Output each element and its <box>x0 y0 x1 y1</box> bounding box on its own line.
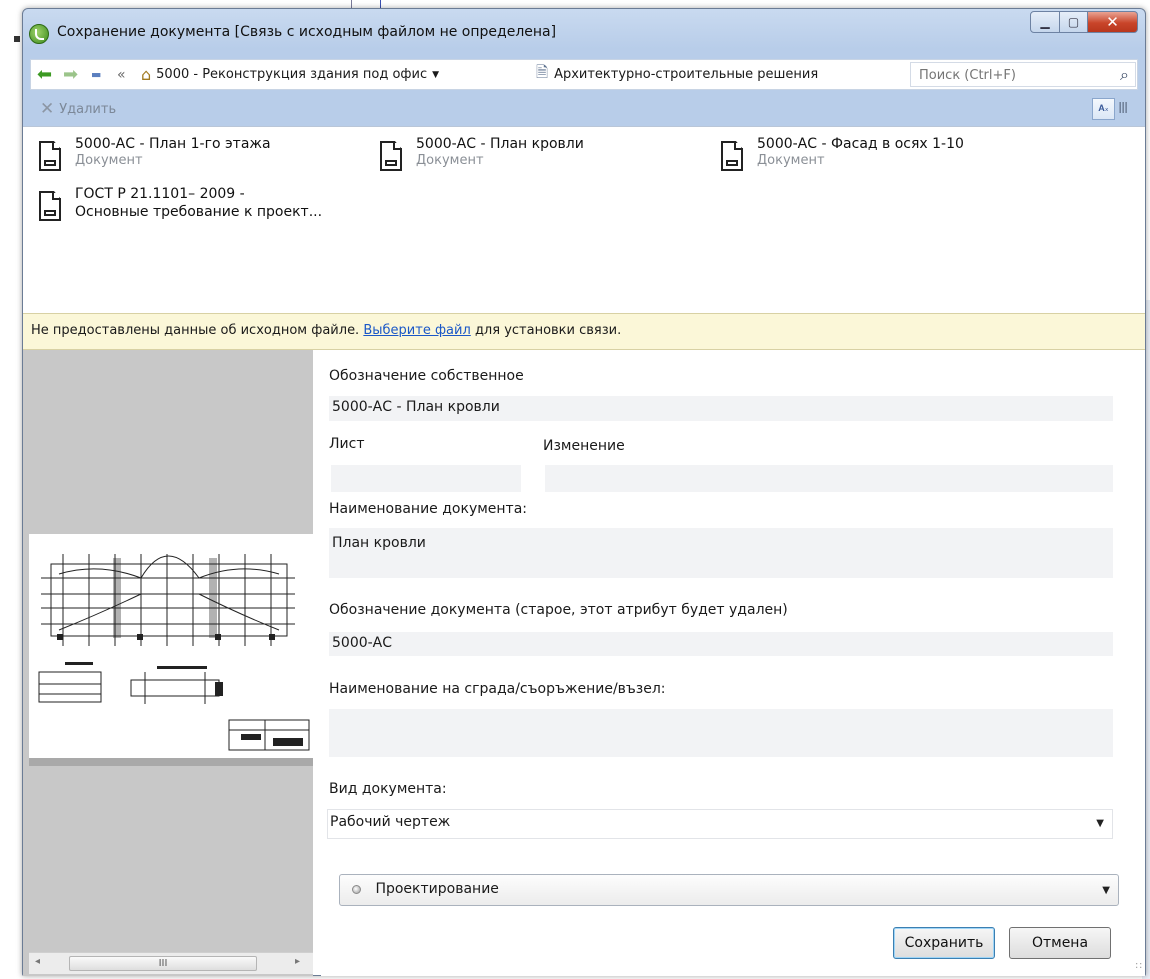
drawing-preview-icon <box>38 554 310 751</box>
designation-field[interactable]: 5000-АС - План кровли <box>329 396 1113 421</box>
close-button[interactable]: ✕ <box>1088 11 1138 33</box>
resize-grip-icon[interactable]: ∷ <box>1136 961 1142 972</box>
collapse-breadcrumb-button[interactable]: « <box>117 60 126 89</box>
folder-icon: ⌂ <box>141 65 152 84</box>
minimize-icon: ▁ <box>1040 15 1050 29</box>
select-file-link[interactable]: Выберите файл <box>363 323 470 338</box>
old-designation-label: Обозначение документа (старое, этот атри… <box>329 602 788 618</box>
search-icon[interactable]: ⌕ <box>1120 65 1129 85</box>
columns-icon: Ⅲ <box>1118 99 1129 117</box>
document-type-label: Вид документа: <box>329 781 447 797</box>
stage-value: Проектирование <box>375 881 499 897</box>
toolbar: ✕ Удалить 𝐀ₓ Ⅲ <box>30 95 1138 123</box>
file-name: 5000-АС - План кровли <box>416 136 584 152</box>
document-icon <box>380 141 404 172</box>
delete-label: Удалить <box>59 101 117 117</box>
sheet-field[interactable] <box>331 465 521 492</box>
file-name-line2: Основные требование к проект... <box>75 204 323 220</box>
list-item[interactable]: 5000-АС - План кровли Документ <box>380 135 584 172</box>
file-name-line1: ГОСТ Р 21.1101– 2009 - <box>75 186 245 202</box>
old-designation-field[interactable]: 5000-АС <box>329 632 1113 656</box>
stage-status-icon <box>352 885 361 894</box>
view-icons-icon: 𝐀ₓ <box>1098 104 1109 114</box>
chevron-down-icon: ▼ <box>1096 818 1104 829</box>
drawing-thumbnail <box>29 534 313 758</box>
sheet-label: Лист <box>329 436 365 452</box>
navigation-bar: ⬅ ➡ ▬ « ⌂ 5000 - Реконструкция здания по… <box>30 59 1138 90</box>
app-logo-icon <box>29 24 49 44</box>
view-columns-button[interactable]: Ⅲ <box>1118 99 1128 117</box>
warning-text-end: для установки связи. <box>474 323 622 338</box>
scroll-right-icon[interactable]: ▸ <box>295 956 300 967</box>
document-type-value: Рабочий чертеж <box>330 814 451 830</box>
recent-locations-icon[interactable]: ▬ <box>91 60 101 89</box>
breadcrumb-project[interactable]: ⌂ 5000 - Реконструкция здания под офис ▼ <box>141 60 439 89</box>
search-box: ⌕ <box>910 62 1136 87</box>
building-label: Наименование на сграда/съоръжение/възел: <box>329 681 666 697</box>
breadcrumb-project-label: 5000 - Реконструкция здания под офис <box>156 67 428 82</box>
minimize-button[interactable]: ▁ <box>1030 11 1060 33</box>
content-area: 5000-АС - План 1-го этажа Документ 5000-… <box>23 126 1145 976</box>
breadcrumb-section[interactable]: 🗎 Архитектурно-строительные решения <box>536 60 818 89</box>
view-icons-button[interactable]: 𝐀ₓ <box>1092 98 1115 120</box>
document-properties-form: Обозначение собственное 5000-АС - План к… <box>321 350 1145 976</box>
list-item[interactable]: 5000-АС - Фасад в осях 1-10 Документ <box>721 135 964 172</box>
save-button[interactable]: Сохранить <box>893 927 995 959</box>
title-bar[interactable]: Сохранение документа [Связь с исходным ф… <box>23 9 1145 53</box>
chevron-down-icon[interactable]: ▼ <box>432 70 439 80</box>
file-type: Документ <box>75 153 143 168</box>
warning-bar: Не предоставлены данные об исходном файл… <box>23 313 1145 350</box>
delete-button[interactable]: ✕ Удалить <box>40 99 116 119</box>
change-field[interactable] <box>545 465 1113 492</box>
window-controls: ▁ ▢ ✕ <box>1030 11 1138 33</box>
back-arrow-icon[interactable]: ⬅ <box>37 60 52 89</box>
document-icon <box>721 141 745 172</box>
maximize-button[interactable]: ▢ <box>1060 11 1088 33</box>
document-icon <box>39 141 63 172</box>
change-label: Изменение <box>543 438 625 454</box>
delete-icon: ✕ <box>40 99 55 119</box>
document-icon <box>39 191 63 222</box>
designation-label: Обозначение собственное <box>329 368 524 384</box>
preview-divider <box>29 758 313 766</box>
stage-select[interactable]: Проектирование ▼ <box>339 874 1119 906</box>
window-title: Сохранение документа [Связь с исходным ф… <box>57 24 557 40</box>
cancel-button[interactable]: Отмена <box>1009 927 1111 959</box>
save-document-dialog: Сохранение документа [Связь с исходным ф… <box>22 8 1146 976</box>
search-input[interactable] <box>917 64 1107 86</box>
file-type: Документ <box>416 153 484 168</box>
preview-pane: ◂ III ▸ <box>23 350 313 976</box>
maximize-icon: ▢ <box>1067 15 1080 29</box>
close-icon: ✕ <box>1106 13 1119 31</box>
document-type-select[interactable]: Рабочий чертеж ▼ <box>327 809 1113 839</box>
document-name-label: Наименование документа: <box>329 501 528 517</box>
horizontal-scrollbar[interactable]: ◂ III ▸ <box>29 952 313 974</box>
file-list: 5000-АС - План 1-го этажа Документ 5000-… <box>23 127 1145 313</box>
background-mark <box>14 36 20 42</box>
chevron-down-icon: ▼ <box>1102 885 1110 896</box>
scroll-thumb[interactable]: III <box>69 956 257 971</box>
forward-arrow-icon[interactable]: ➡ <box>63 60 78 89</box>
document-name-field[interactable]: План кровли <box>329 528 1113 578</box>
file-type: Документ <box>757 153 825 168</box>
document-folder-icon: 🗎 <box>536 63 549 81</box>
building-field[interactable] <box>329 709 1113 757</box>
file-name: 5000-АС - Фасад в осях 1-10 <box>757 136 964 152</box>
file-name: 5000-АС - План 1-го этажа <box>75 136 271 152</box>
warning-text: Не предоставлены данные об исходном файл… <box>31 323 360 338</box>
scroll-left-icon[interactable]: ◂ <box>35 956 40 967</box>
breadcrumb-section-label: Архитектурно-строительные решения <box>554 67 819 82</box>
list-item[interactable]: 5000-АС - План 1-го этажа Документ <box>39 135 271 172</box>
list-item[interactable]: ГОСТ Р 21.1101– 2009 - Основные требован… <box>39 185 322 222</box>
